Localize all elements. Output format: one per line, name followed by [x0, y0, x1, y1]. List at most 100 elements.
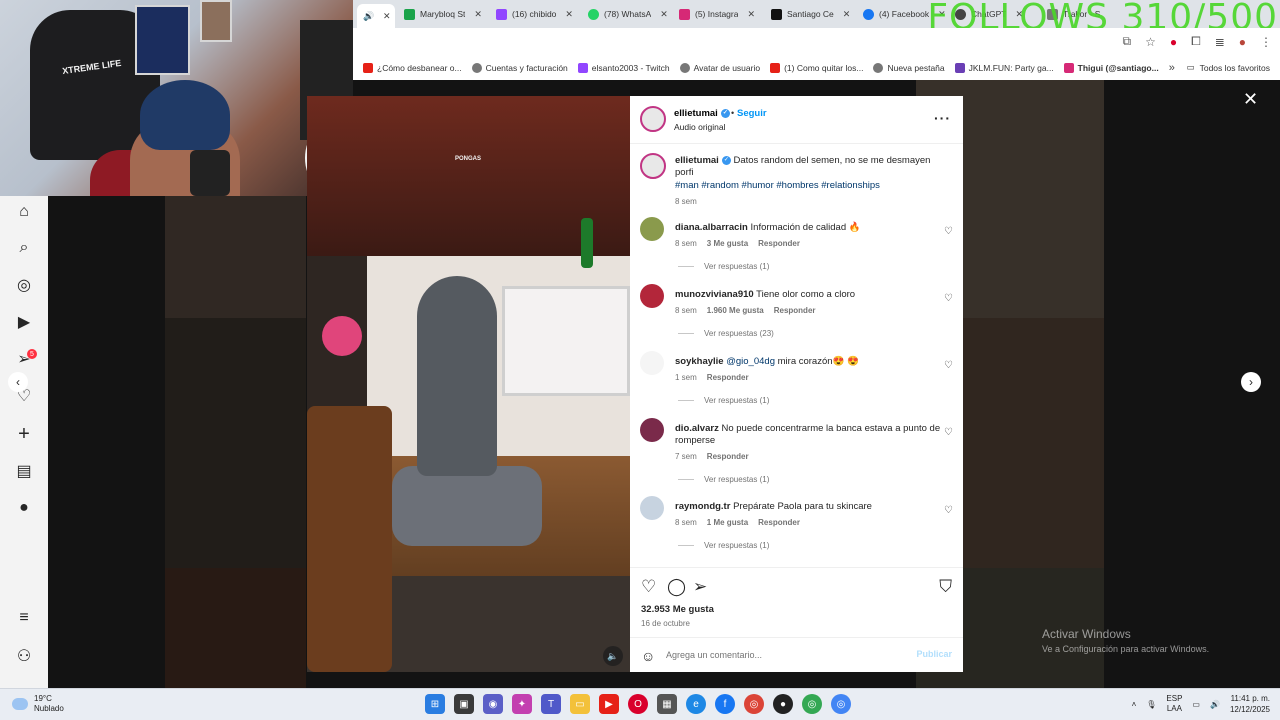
- publish-button[interactable]: Publicar: [916, 649, 952, 659]
- profile-icon[interactable]: ●: [1239, 35, 1246, 49]
- task-view-icon[interactable]: ▣: [454, 694, 474, 714]
- chat-icon[interactable]: ◉: [483, 694, 503, 714]
- comments-list[interactable]: ellietumai ✓ Datos random del semen, no s…: [630, 144, 963, 567]
- emoji-icon[interactable]: ☺: [641, 648, 655, 664]
- comment-avatar[interactable]: [640, 496, 664, 520]
- youtube-icon[interactable]: ▶: [599, 694, 619, 714]
- browser-menu-icon[interactable]: ⋮: [1260, 35, 1272, 49]
- chrome-profile-icon[interactable]: ◎: [802, 694, 822, 714]
- bookmark-item[interactable]: JKLM.FUN: Party ga...: [954, 63, 1054, 73]
- caption-avatar[interactable]: [640, 153, 666, 179]
- comment-likes[interactable]: 1.960 Me gusta: [707, 306, 764, 315]
- bookmark-item[interactable]: Nueva pestaña: [873, 63, 945, 73]
- reply-button[interactable]: Responder: [774, 306, 816, 315]
- edge-icon[interactable]: e: [686, 694, 706, 714]
- caption-hashtags[interactable]: #man #random #humor #hombres #relationsh…: [675, 180, 880, 191]
- volume-icon[interactable]: 🔊: [1210, 700, 1220, 709]
- bookmark-item[interactable]: Avatar de usuario: [679, 63, 760, 73]
- comment-username[interactable]: soykhaylie: [675, 356, 724, 367]
- chevron-up-icon[interactable]: ˄: [1132, 700, 1137, 709]
- bookmark-item[interactable]: Thigui (@santiago...: [1063, 63, 1159, 73]
- follow-button[interactable]: Seguir: [737, 108, 767, 119]
- teams-icon[interactable]: T: [541, 694, 561, 714]
- start-icon[interactable]: ⊞: [425, 694, 445, 714]
- profile-avatar-icon[interactable]: ●: [14, 498, 34, 518]
- tab-twitch[interactable]: (16) chibido ✕: [490, 4, 573, 24]
- create-icon[interactable]: +: [14, 423, 34, 445]
- reading-list-icon[interactable]: ≣: [1215, 35, 1225, 49]
- clock[interactable]: 11:41 p. m. 12/12/2025: [1230, 693, 1270, 715]
- like-comment-icon[interactable]: ♡: [944, 226, 953, 237]
- more-bookmarks-icon[interactable]: »: [1169, 62, 1175, 74]
- close-icon[interactable]: ✕: [1243, 89, 1258, 110]
- comment-username[interactable]: dio.alvarz: [675, 423, 719, 434]
- close-tab-icon[interactable]: ✕: [474, 9, 482, 20]
- close-tab-icon[interactable]: ✕: [843, 9, 851, 20]
- mute-icon[interactable]: 🔈: [603, 646, 623, 666]
- comment-input[interactable]: [666, 647, 896, 663]
- comment-likes[interactable]: 3 Me gusta: [707, 239, 748, 248]
- view-replies[interactable]: Ver respuestas (1): [678, 541, 769, 550]
- caption-username[interactable]: ellietumai: [675, 155, 719, 166]
- tab-current[interactable]: 🔊 ✕: [357, 4, 395, 28]
- comment-username[interactable]: munozviviana910: [675, 289, 754, 300]
- microphone-icon[interactable]: 🎙: [1146, 700, 1156, 709]
- bookmark-item[interactable]: Cuentas y facturación: [471, 63, 568, 73]
- close-tab-icon[interactable]: ✕: [383, 11, 391, 22]
- reply-button[interactable]: Responder: [758, 239, 800, 248]
- like-icon[interactable]: ♡: [641, 577, 656, 597]
- view-replies[interactable]: Ver respuestas (1): [678, 475, 769, 484]
- tab-tiktok[interactable]: Santiago Ce ✕: [765, 4, 850, 24]
- close-tab-icon[interactable]: ✕: [565, 9, 573, 20]
- calculator-icon[interactable]: ▦: [657, 694, 677, 714]
- bookmark-item[interactable]: elsanto2003 - Twitch: [577, 63, 670, 73]
- search-icon[interactable]: ⌕: [14, 238, 34, 258]
- author-avatar[interactable]: [640, 106, 666, 132]
- comment-avatar[interactable]: [640, 351, 664, 375]
- reels-icon[interactable]: ▶: [14, 312, 34, 332]
- comment-username[interactable]: raymondg.tr: [675, 501, 730, 512]
- like-comment-icon[interactable]: ♡: [944, 505, 953, 516]
- tab-instagram[interactable]: (5) Instagra ✕: [673, 4, 755, 24]
- home-icon[interactable]: ⌂: [14, 202, 34, 222]
- obs-icon[interactable]: ●: [773, 694, 793, 714]
- facebook-icon[interactable]: f: [715, 694, 735, 714]
- bookmark-star-icon[interactable]: ☆: [1145, 35, 1156, 49]
- meta-apps-icon[interactable]: ⚇: [14, 646, 34, 666]
- close-tab-icon[interactable]: ✕: [747, 9, 755, 20]
- weather-widget[interactable]: 19°C Nublado: [12, 694, 64, 714]
- install-app-icon[interactable]: ⧉: [1122, 34, 1131, 49]
- like-comment-icon[interactable]: ♡: [944, 427, 953, 438]
- view-replies[interactable]: Ver respuestas (23): [678, 329, 774, 338]
- close-tab-icon[interactable]: ✕: [660, 9, 668, 20]
- comment-avatar[interactable]: [640, 217, 664, 241]
- menu-icon[interactable]: ≡: [14, 608, 34, 628]
- view-replies[interactable]: Ver respuestas (1): [678, 396, 769, 405]
- network-icon[interactable]: ▭: [1192, 700, 1200, 709]
- comment-avatar[interactable]: [640, 284, 664, 308]
- all-bookmarks-button[interactable]: ▭ Todos los favoritos: [1187, 62, 1270, 73]
- like-comment-icon[interactable]: ♡: [944, 293, 953, 304]
- chevron-left-icon[interactable]: ‹: [8, 372, 28, 392]
- tab-whatsapp[interactable]: (78) WhatsA ✕: [582, 4, 668, 24]
- comment-avatar[interactable]: [640, 418, 664, 442]
- bookmark-item[interactable]: (1) Como quitar los...: [770, 63, 863, 73]
- reply-button[interactable]: Responder: [707, 373, 749, 382]
- comment-likes[interactable]: 1 Me gusta: [707, 518, 748, 527]
- folder-icon[interactable]: ▭: [570, 694, 590, 714]
- share-icon[interactable]: ➢: [693, 577, 707, 597]
- post-media-video[interactable]: PONGAS: [307, 96, 630, 672]
- opera-extension-icon[interactable]: ●: [1170, 35, 1177, 49]
- more-options-icon[interactable]: ···: [934, 110, 951, 126]
- author-username[interactable]: ellietumai ✓: [674, 108, 730, 119]
- language-indicator[interactable]: ESP LAA: [1166, 694, 1182, 714]
- bookmark-item[interactable]: ¿Cómo desbanear o...: [363, 63, 462, 73]
- reply-button[interactable]: Responder: [707, 452, 749, 461]
- explore-icon[interactable]: ◎: [14, 275, 34, 295]
- opera-icon[interactable]: O: [628, 694, 648, 714]
- like-count[interactable]: 32.953 Me gusta: [641, 604, 714, 615]
- copilot-icon[interactable]: ✦: [512, 694, 532, 714]
- comment-mention[interactable]: @gio_04dg: [726, 356, 775, 367]
- tab-marybloq[interactable]: Marybloq St ✕: [398, 4, 482, 24]
- audio-label[interactable]: Audio original: [674, 122, 726, 132]
